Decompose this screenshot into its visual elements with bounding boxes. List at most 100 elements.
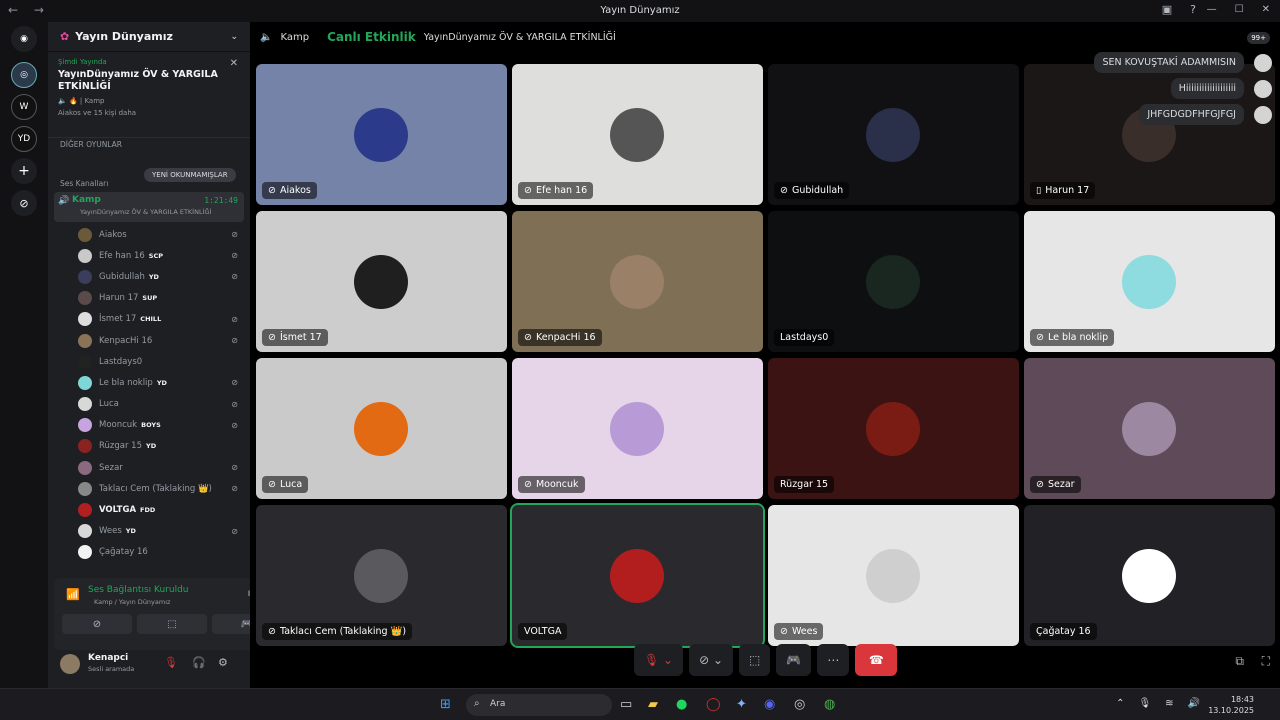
video-tile[interactable]: ⊘ Efe han 16 <box>512 64 763 205</box>
video-tile[interactable]: ⊘ KenpacHi 16 <box>512 211 763 352</box>
avatar <box>1122 549 1176 603</box>
camera-off-button[interactable]: ⊘ <box>62 614 132 634</box>
minimize-button[interactable]: — <box>1207 4 1217 15</box>
notification-badge[interactable]: 99+ <box>1247 32 1270 44</box>
avatar <box>866 108 920 162</box>
video-tile[interactable]: ⊘ Taklacı Cem (Taklaking 👑) <box>256 505 507 646</box>
video-tile[interactable]: ⊘ Luca <box>256 358 507 499</box>
video-tile[interactable]: ⊘ Wees <box>768 505 1019 646</box>
file-explorer-icon[interactable]: ▰ <box>648 697 658 712</box>
camera-toggle-button[interactable]: ⊘ ⌄ <box>689 644 734 676</box>
video-tile[interactable]: Çağatay 16 <box>1024 505 1275 646</box>
search-icon: ⌕ <box>474 698 480 709</box>
member-item[interactable]: VOLTGA FDD <box>48 499 250 520</box>
search-input[interactable]: Ara <box>466 694 612 716</box>
tile-label: ⊘ Mooncuk <box>518 476 585 493</box>
member-item[interactable]: Taklacı Cem (Taklaking 👑) ⊘ <box>48 478 250 499</box>
member-item[interactable]: Efe han 16 SCP ⊘ <box>48 245 250 266</box>
voice-status-channel[interactable]: Kamp / Yayın Dünyamız <box>94 598 170 606</box>
avatar <box>78 354 92 369</box>
member-item[interactable]: Harun 17 SUP <box>48 288 250 309</box>
voice-status-title[interactable]: Ses Bağlantısı Kuruldu <box>88 585 188 595</box>
fullscreen-icon[interactable]: ⛶ <box>1262 654 1270 669</box>
steam-icon[interactable]: ◎ <box>794 697 805 712</box>
member-item[interactable]: Le bla noklip YD ⊘ <box>48 372 250 393</box>
live-event-card[interactable]: Şimdi Yayında YayınDünyamız ÖV & YARGILA… <box>48 52 250 138</box>
video-tile[interactable]: ⊘ Sezar <box>1024 358 1275 499</box>
member-item[interactable]: Mooncuk BOYS ⊘ <box>48 415 250 436</box>
maximize-button[interactable]: ☐ <box>1235 4 1244 15</box>
member-item[interactable]: İsmet 17 CHILL ⊘ <box>48 309 250 330</box>
server-icon[interactable]: ◎ <box>11 62 37 88</box>
video-tile[interactable]: ⊘ İsmet 17 <box>256 211 507 352</box>
close-button[interactable]: ✕ <box>1262 4 1270 15</box>
video-tile[interactable]: VOLTGA <box>510 503 765 648</box>
add-server-icon[interactable]: + <box>11 158 37 184</box>
member-item[interactable]: Gubidullah YD ⊘ <box>48 266 250 287</box>
avatar <box>354 255 408 309</box>
more-button[interactable]: ⋯ <box>817 644 850 676</box>
member-item[interactable]: Aiakos ⊘ <box>48 224 250 245</box>
avatar[interactable] <box>60 654 80 674</box>
server-header[interactable]: ✿ Yayın Dünyamız ⌄ <box>48 22 250 52</box>
discord-icon[interactable]: ◉ <box>764 697 775 712</box>
member-item[interactable]: Rüzgar 15 YD <box>48 436 250 457</box>
discord-home-icon[interactable]: ◉ <box>11 26 37 52</box>
spotify-icon[interactable]: ● <box>676 697 687 712</box>
activities-button[interactable]: 🎮 <box>776 644 812 676</box>
video-tile[interactable]: ⊘ Le bla noklip <box>1024 211 1275 352</box>
windows-start-icon[interactable]: ⊞ <box>440 697 451 712</box>
wifi-icon[interactable]: ≋ <box>1165 698 1173 709</box>
chrome-icon[interactable]: ◍ <box>824 697 835 712</box>
server-icon[interactable]: W <box>11 94 37 120</box>
live-event-label[interactable]: Canlı Etkinlik <box>327 30 416 44</box>
user-name[interactable]: Kenapci <box>88 653 128 663</box>
close-icon[interactable]: ✕ <box>230 58 238 69</box>
inbox-icon[interactable]: ▣ <box>1162 3 1172 16</box>
mic-toggle-button[interactable]: 🎙 ⌄ <box>634 644 684 676</box>
tile-label: ⊘ İsmet 17 <box>262 329 328 346</box>
member-item[interactable]: Sezar ⊘ <box>48 457 250 478</box>
avatar <box>610 108 664 162</box>
member-item[interactable]: Wees YD ⊘ <box>48 521 250 542</box>
mic-muted-icon[interactable]: 🎙 <box>164 656 178 669</box>
system-tray: ⌃ 🎙 ≋ 🔊 <box>1116 698 1200 709</box>
member-item[interactable]: Lastdays0 <box>48 351 250 372</box>
member-item[interactable]: Luca ⊘ <box>48 394 250 415</box>
member-item[interactable]: Çağatay 16 <box>48 542 250 563</box>
discover-icon[interactable]: ⊘ <box>11 190 37 216</box>
live-event-title: YayınDünyamız ÖV & YARGILA ETKİNLİĞİ <box>58 69 218 92</box>
screen-share-button[interactable]: ⬚ <box>137 614 207 634</box>
video-tile[interactable]: ⊘ Gubidullah <box>768 64 1019 205</box>
category-other[interactable]: DİĞER OYUNLAR <box>48 140 250 149</box>
member-item[interactable]: KenpacHi 16 ⊘ <box>48 330 250 351</box>
chevron-up-icon[interactable]: ⌃ <box>1116 698 1124 709</box>
tile-label: ⊘ Le bla noklip <box>1030 329 1115 346</box>
video-tile[interactable]: Lastdays0 <box>768 211 1019 352</box>
voice-channel-kamp[interactable]: 🔊 Kamp YayınDünyamız ÖV & YARGILA ETKİNL… <box>54 192 244 222</box>
video-tile[interactable]: Rüzgar 15 <box>768 358 1019 499</box>
share-screen-button[interactable]: ⬚ <box>739 644 771 676</box>
server-icon[interactable]: YD <box>11 126 37 152</box>
video-tile[interactable]: ⊘ Aiakos <box>256 64 507 205</box>
signal-icon[interactable]: 📶 <box>66 588 80 601</box>
member-tag: SCP <box>148 251 164 260</box>
video-tile[interactable]: ⊘ Mooncuk <box>512 358 763 499</box>
popout-icon[interactable]: ⧉ <box>1235 654 1244 669</box>
clock[interactable]: 18:43 13.10.2025 <box>1208 694 1254 716</box>
unread-pill[interactable]: YENİ OKUNMAMIŞLAR <box>144 168 236 182</box>
task-view-icon[interactable]: ▭ <box>620 697 632 712</box>
mic-muted-icon: ⊘ <box>268 479 276 490</box>
leave-call-button[interactable]: ☎ <box>855 644 898 676</box>
channel-name[interactable]: Kamp <box>280 32 309 43</box>
avatar <box>78 375 92 390</box>
settings-icon[interactable]: ⚙ <box>218 656 228 669</box>
opera-icon[interactable]: ◯ <box>706 697 721 712</box>
mic-icon[interactable]: 🎙 <box>1138 698 1151 709</box>
app-icon[interactable]: ✦ <box>736 697 747 712</box>
server-list: ◉ ◎ W YD + ⊘ <box>0 22 48 688</box>
member-tag: CHILL <box>140 315 162 324</box>
help-icon[interactable]: ? <box>1190 3 1196 16</box>
headphones-icon[interactable]: 🎧 <box>192 656 206 669</box>
volume-icon[interactable]: 🔊 <box>1188 698 1200 709</box>
